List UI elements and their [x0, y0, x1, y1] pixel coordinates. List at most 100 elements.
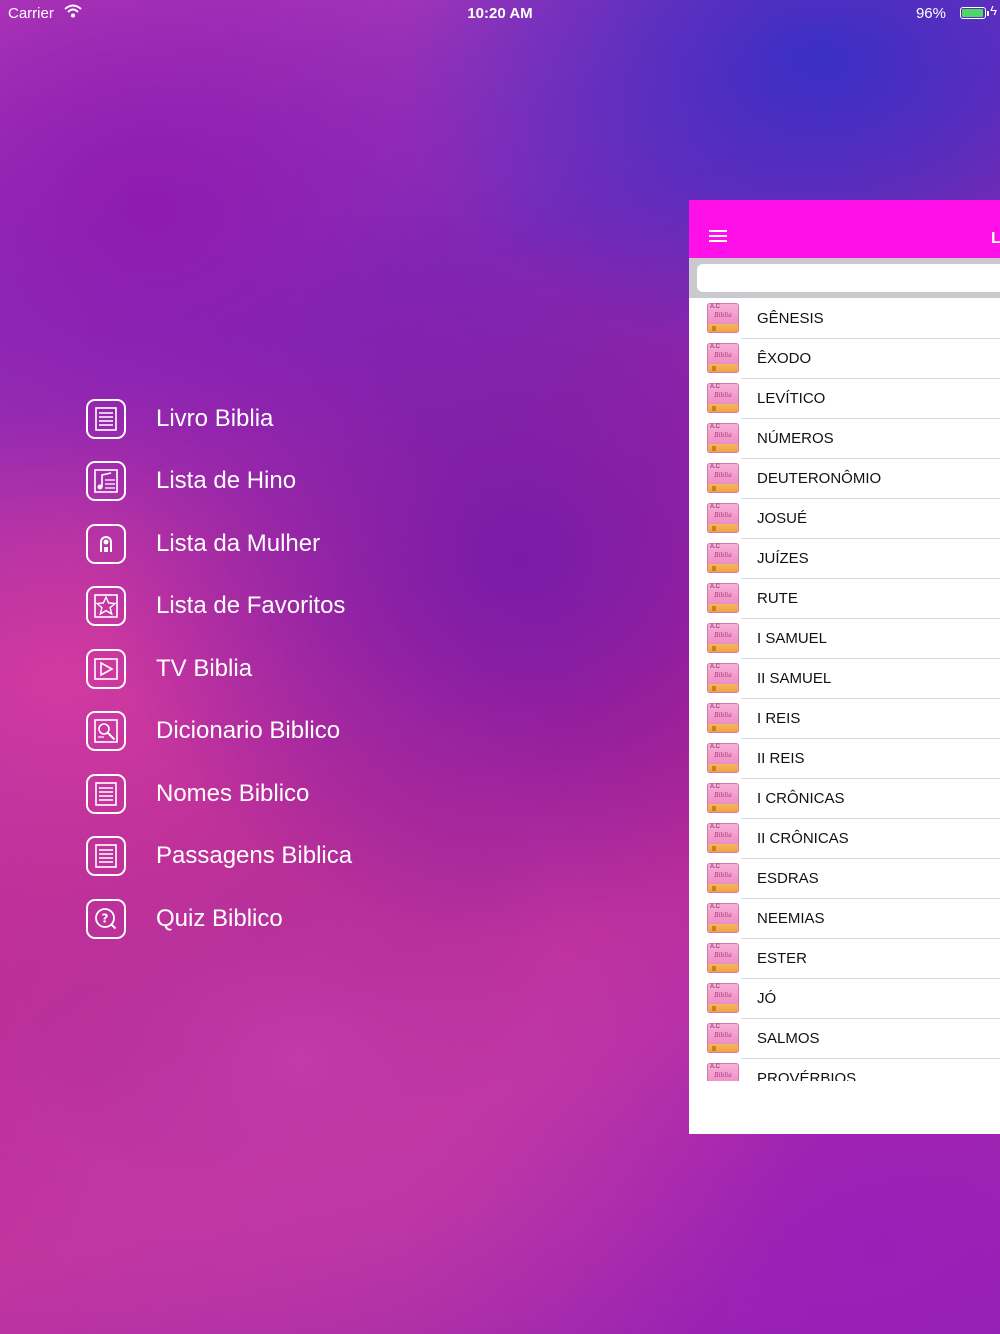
- bible-book-icon: A.C Biblia: [707, 383, 739, 413]
- panel-header: L: [689, 200, 1000, 258]
- bible-book-icon: A.C Biblia: [707, 1023, 739, 1053]
- book-row[interactable]: A.C Biblia GÊNESIS: [689, 299, 1000, 339]
- book-name: ESTER: [757, 950, 808, 967]
- book-name: I CRÔNICAS: [757, 790, 845, 807]
- bible-book-icon: A.C Biblia: [707, 503, 739, 533]
- bible-book-icon: A.C Biblia: [707, 303, 739, 333]
- bible-book-icon: A.C Biblia: [707, 903, 739, 933]
- menu-label: Lista de Favoritos: [156, 592, 346, 619]
- clock: 10:20 AM: [467, 5, 533, 22]
- bible-book-icon: A.C Biblia: [707, 623, 739, 653]
- book-name: SALMOS: [757, 1030, 820, 1047]
- bible-book-icon: A.C Biblia: [707, 343, 739, 373]
- book-name: GÊNESIS: [757, 310, 824, 327]
- menu-item-quiz-biblico[interactable]: ? Quiz Biblico: [86, 897, 406, 941]
- bible-book-icon: A.C Biblia: [707, 823, 739, 853]
- search-input[interactable]: [697, 264, 1000, 292]
- book-row[interactable]: A.C Biblia JÓ: [689, 979, 1000, 1019]
- book-name: II SAMUEL: [757, 670, 832, 687]
- charging-icon: ϟ: [990, 3, 997, 18]
- book-name: II REIS: [757, 750, 805, 767]
- book-row[interactable]: A.C Biblia JOSUÉ: [689, 499, 1000, 539]
- menu-label: Passagens Biblica: [156, 842, 353, 869]
- book-row[interactable]: A.C Biblia JUÍZES: [689, 539, 1000, 579]
- menu-label: Livro Biblia: [156, 405, 274, 432]
- book-row[interactable]: A.C Biblia I SAMUEL: [689, 619, 1000, 659]
- book-row[interactable]: A.C Biblia ÊXODO: [689, 339, 1000, 379]
- book-row[interactable]: A.C Biblia PROVÉRBIOS: [689, 1059, 1000, 1081]
- book-row[interactable]: A.C Biblia II REIS: [689, 739, 1000, 779]
- books-panel: L A.C Biblia GÊNESIS A.C Biblia ÊXODO A.C Bibli…: [689, 200, 1000, 1134]
- bible-book-icon: A.C Biblia: [707, 943, 739, 973]
- book-name: ÊXODO: [757, 350, 812, 367]
- book-name: JUÍZES: [757, 550, 809, 567]
- magnifier-icon: [86, 711, 126, 751]
- bible-book-icon: A.C Biblia: [707, 423, 739, 453]
- menu-item-lista-de-hino[interactable]: Lista de Hino: [86, 459, 406, 503]
- bible-book-icon: A.C Biblia: [707, 543, 739, 573]
- battery-tip: [987, 11, 989, 16]
- menu-item-lista-da-mulher[interactable]: Lista da Mulher: [86, 522, 406, 566]
- book-name: II CRÔNICAS: [757, 830, 849, 847]
- bible-book-icon: A.C Biblia: [707, 743, 739, 773]
- menu-label: Lista da Mulher: [156, 530, 321, 557]
- menu-item-livro-biblia[interactable]: Livro Biblia: [86, 397, 406, 441]
- book-row[interactable]: A.C Biblia LEVÍTICO: [689, 379, 1000, 419]
- book-row[interactable]: A.C Biblia ESDRAS: [689, 859, 1000, 899]
- book-row[interactable]: A.C Biblia SALMOS: [689, 1019, 1000, 1059]
- star-icon: [86, 586, 126, 626]
- svg-text:?: ?: [102, 912, 109, 926]
- menu-item-nomes-biblico[interactable]: Nomes Biblico: [86, 772, 406, 816]
- book-name: NEEMIAS: [757, 910, 825, 927]
- book-name: JOSUÉ: [757, 510, 808, 527]
- book-row[interactable]: A.C Biblia II CRÔNICAS: [689, 819, 1000, 859]
- menu-item-passagens-biblica[interactable]: Passagens Biblica: [86, 834, 406, 878]
- book-name: DEUTERONÔMIO: [757, 470, 882, 487]
- book-row[interactable]: A.C Biblia II SAMUEL: [689, 659, 1000, 699]
- menu-item-dicionario-biblico[interactable]: Dicionario Biblico: [86, 709, 406, 753]
- menu-label: TV Biblia: [156, 655, 253, 682]
- book-list[interactable]: A.C Biblia GÊNESIS A.C Biblia ÊXODO A.C Biblia L…: [689, 299, 1000, 1081]
- menu-item-lista-de-favoritos[interactable]: Lista de Favoritos: [86, 584, 406, 628]
- list-icon: [86, 836, 126, 876]
- list-icon: [86, 774, 126, 814]
- bible-book-icon: A.C Biblia: [707, 583, 739, 613]
- question-icon: ?: [86, 899, 126, 939]
- bible-book-icon: A.C Biblia: [707, 1063, 739, 1081]
- menu-label: Lista de Hino: [156, 467, 297, 494]
- book-name: RUTE: [757, 590, 798, 607]
- bible-book-icon: A.C Biblia: [707, 783, 739, 813]
- book-row[interactable]: A.C Biblia I REIS: [689, 699, 1000, 739]
- book-row[interactable]: A.C Biblia NÚMEROS: [689, 419, 1000, 459]
- panel-title: L: [991, 230, 1000, 247]
- bible-book-icon: A.C Biblia: [707, 983, 739, 1013]
- battery-icon: [960, 7, 986, 19]
- book-row[interactable]: A.C Biblia DEUTERONÔMIO: [689, 459, 1000, 499]
- book-row[interactable]: A.C Biblia RUTE: [689, 579, 1000, 619]
- hamburger-menu-icon[interactable]: [709, 230, 727, 244]
- woman-icon: [86, 524, 126, 564]
- bible-book-icon: A.C Biblia: [707, 703, 739, 733]
- bible-book-icon: A.C Biblia: [707, 463, 739, 493]
- book-name: I SAMUEL: [757, 630, 828, 647]
- menu-item-tv-biblia[interactable]: TV Biblia: [86, 647, 406, 691]
- book-row[interactable]: A.C Biblia ESTER: [689, 939, 1000, 979]
- bible-book-icon: A.C Biblia: [707, 663, 739, 693]
- play-icon: [86, 649, 126, 689]
- book-row[interactable]: A.C Biblia NEEMIAS: [689, 899, 1000, 939]
- book-name: ESDRAS: [757, 870, 819, 887]
- book-name: NÚMEROS: [757, 430, 834, 447]
- menu-label: Dicionario Biblico: [156, 717, 341, 744]
- menu-label: Quiz Biblico: [156, 905, 283, 932]
- book-name: LEVÍTICO: [757, 390, 826, 407]
- book-name: I REIS: [757, 710, 801, 727]
- book-row[interactable]: A.C Biblia I CRÔNICAS: [689, 779, 1000, 819]
- book-name: PROVÉRBIOS: [757, 1070, 857, 1081]
- status-bar: Carrier 10:20 AM 96% ϟ: [0, 0, 1000, 28]
- search-bar: [689, 258, 1000, 298]
- battery-percent: 96%: [915, 5, 946, 22]
- book-name: JÓ: [757, 990, 777, 1007]
- book-lines-icon: [86, 399, 126, 439]
- menu-label: Nomes Biblico: [156, 780, 310, 807]
- music-note-icon: [86, 461, 126, 501]
